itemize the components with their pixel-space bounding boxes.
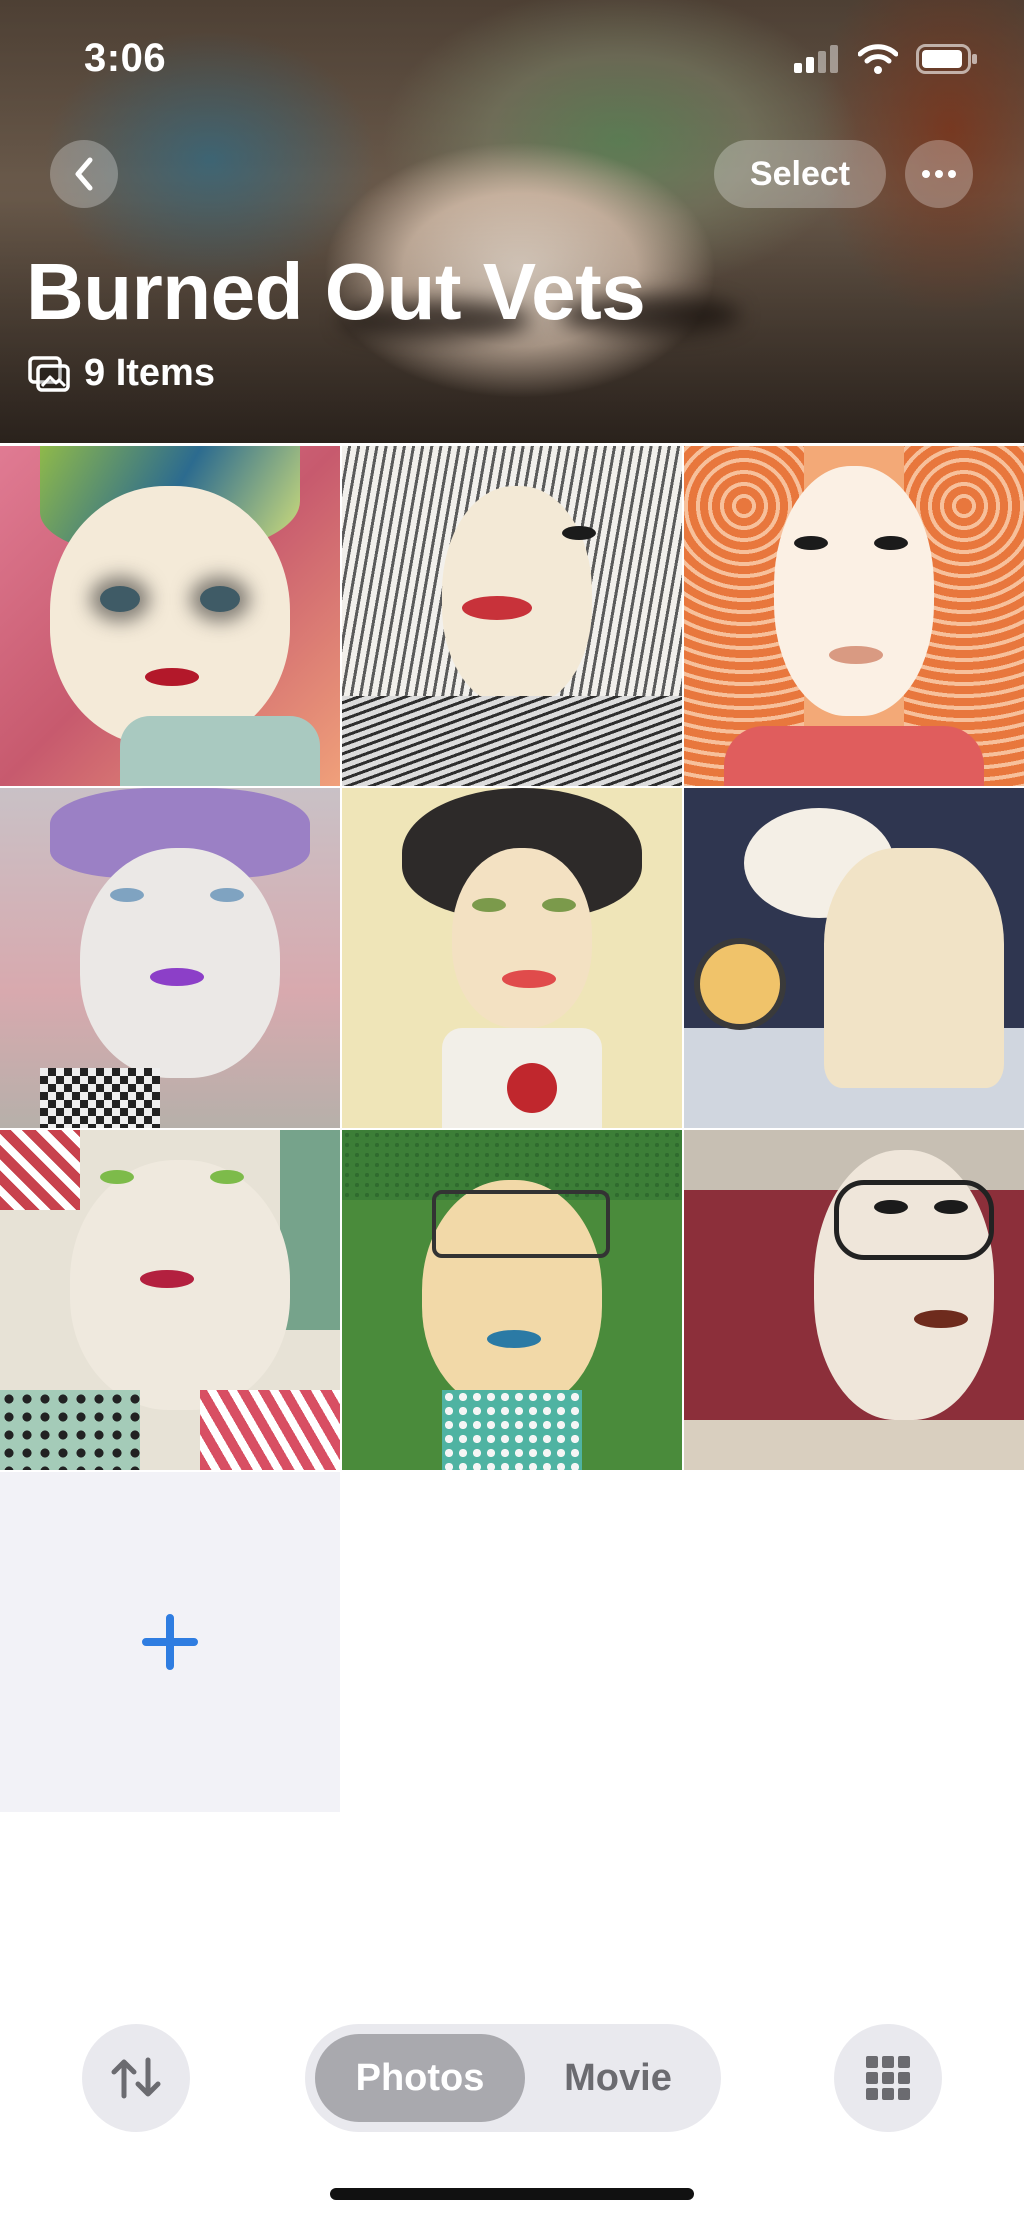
add-photos-tile[interactable] xyxy=(0,1472,340,1812)
album-title: Burned Out Vets xyxy=(26,247,646,336)
grid-icon xyxy=(866,2056,910,2100)
status-icons xyxy=(794,44,978,74)
battery-icon xyxy=(916,44,977,74)
album-item-count: 9 Items xyxy=(28,352,215,395)
status-bar: 3:06 xyxy=(0,0,1024,120)
segment-photos[interactable]: Photos xyxy=(315,2034,525,2122)
photo-thumbnail[interactable] xyxy=(0,446,340,786)
photo-thumbnail[interactable] xyxy=(342,788,682,1128)
album-count-label: 9 Items xyxy=(84,352,215,394)
photo-thumbnail[interactable] xyxy=(684,788,1024,1128)
status-time: 3:06 xyxy=(84,36,167,80)
photo-thumbnail[interactable] xyxy=(342,1130,682,1470)
back-button[interactable] xyxy=(50,140,118,208)
wifi-icon xyxy=(858,44,898,74)
sort-arrows-icon xyxy=(111,2057,161,2099)
photo-stack-icon xyxy=(28,355,70,392)
sort-button[interactable] xyxy=(82,2024,190,2132)
select-button[interactable]: Select xyxy=(714,140,886,208)
photo-thumbnail[interactable] xyxy=(684,446,1024,786)
plus-icon xyxy=(142,1614,198,1670)
segment-movie[interactable]: Movie xyxy=(525,2034,711,2122)
more-options-button[interactable] xyxy=(905,140,973,208)
photo-thumbnail[interactable] xyxy=(0,788,340,1128)
chevron-left-icon xyxy=(75,157,93,191)
album-header: 3:06 Select Burned Out Vets 9 Items xyxy=(0,0,1024,443)
photo-thumbnail[interactable] xyxy=(0,1130,340,1470)
cellular-signal-icon xyxy=(794,45,838,73)
home-indicator[interactable] xyxy=(330,2188,694,2200)
photo-thumbnail[interactable] xyxy=(342,446,682,786)
view-mode-segmented-control: Photos Movie xyxy=(305,2024,721,2132)
grid-size-button[interactable] xyxy=(834,2024,942,2132)
ellipsis-icon xyxy=(922,170,956,178)
photo-thumbnail[interactable] xyxy=(684,1130,1024,1470)
